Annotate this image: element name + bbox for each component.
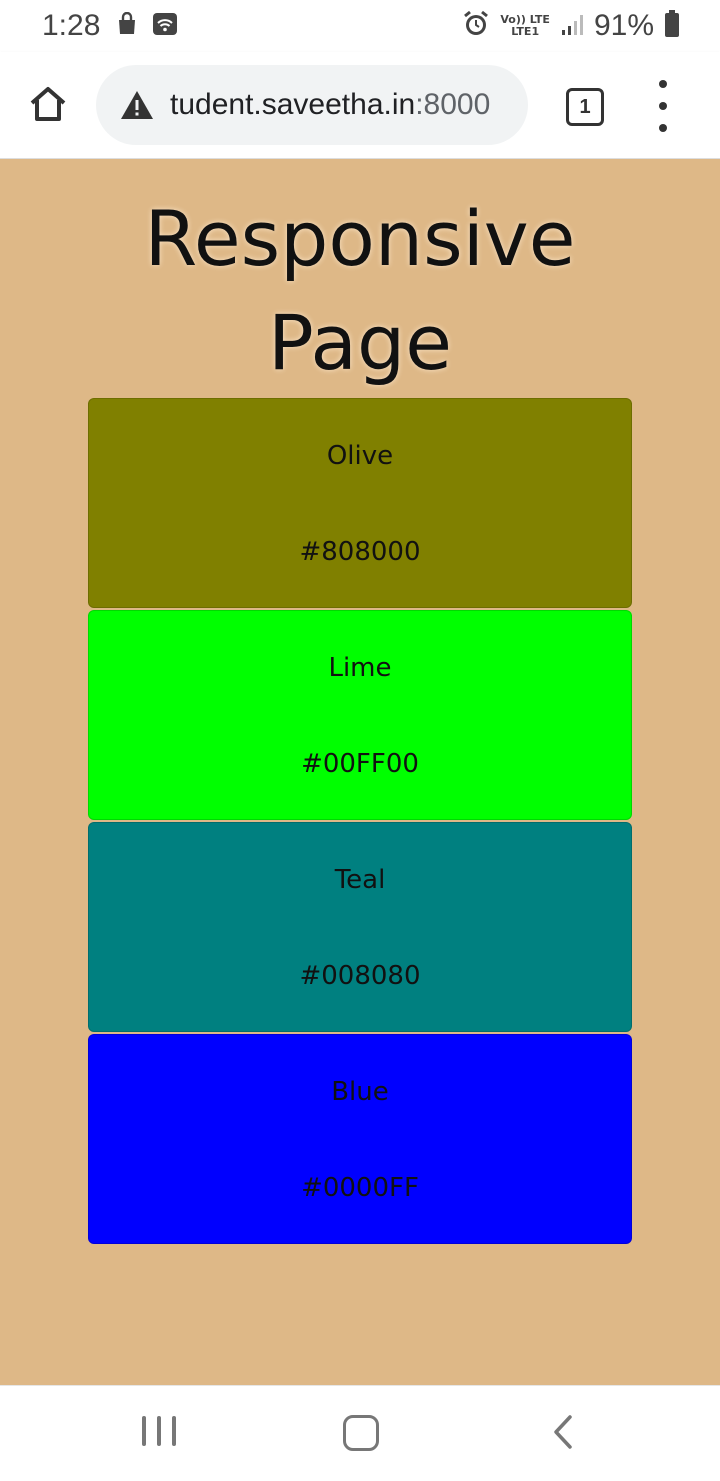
status-bar: 1:28 Vo)) LTE LTE1 91% [0,0,720,52]
color-hex: #00FF00 [301,749,419,779]
color-name: Olive [326,441,394,471]
tabs-button[interactable]: 1 [566,88,604,126]
page-title: Responsive Page [0,187,720,395]
more-vert-icon-dot-1 [659,80,667,88]
browser-toolbar: tudent.saveetha.in:8000 1 [0,52,720,159]
lte-bottom: LTE1 [511,25,540,38]
color-card-lime: Lime #00FF00 [88,610,632,820]
back-icon [548,1415,578,1454]
more-vert-icon-dot-2 [659,102,667,110]
wifi-cast-icon [152,12,178,41]
color-card-blue: Blue #0000FF [88,1034,632,1244]
lte-indicator: Vo)) LTE LTE1 [500,14,550,38]
status-time: 1:28 [42,9,101,42]
shopping-bag-icon [116,11,138,41]
home-button[interactable] [22,82,74,130]
color-name: Teal [334,865,386,895]
more-options-button[interactable] [650,80,676,132]
recents-icon-bar-2 [157,1416,161,1446]
color-name: Lime [328,653,392,683]
color-card-olive: Olive #808000 [88,398,632,608]
color-hex: #0000FF [301,1173,419,1203]
web-page: Responsive Page Olive #808000 Lime #00FF… [0,159,720,1385]
url-host: tudent.saveetha.in [170,88,416,121]
address-bar[interactable]: tudent.saveetha.in:8000 [96,65,528,145]
home-nav-button[interactable] [343,1415,379,1451]
home-icon [28,85,68,127]
more-vert-icon-dot-3 [659,124,667,132]
page-title-line-1: Responsive [144,194,576,283]
status-right: Vo)) LTE LTE1 91% [462,8,680,44]
color-card-teal: Teal #008080 [88,822,632,1032]
color-list: Olive #808000 Lime #00FF00 Teal #008080 … [88,398,632,1246]
warning-icon[interactable] [120,88,154,122]
color-hex: #008080 [299,961,421,991]
url-text[interactable]: tudent.saveetha.in:8000 [170,88,490,122]
battery-icon [664,9,680,43]
tab-count: 1 [579,95,591,118]
alarm-icon [462,10,490,43]
battery-percent: 91% [593,9,654,42]
system-nav-bar [0,1385,720,1481]
recents-icon-bar-3 [172,1416,176,1446]
url-port: :8000 [415,88,491,121]
status-left-icons [116,11,178,41]
recents-button[interactable] [142,1416,176,1450]
recents-icon-bar-1 [142,1416,146,1446]
color-hex: #808000 [299,537,421,567]
signal-icon [560,12,584,41]
back-button[interactable] [548,1414,578,1450]
color-name: Blue [331,1077,389,1107]
page-title-line-2: Page [268,298,452,387]
